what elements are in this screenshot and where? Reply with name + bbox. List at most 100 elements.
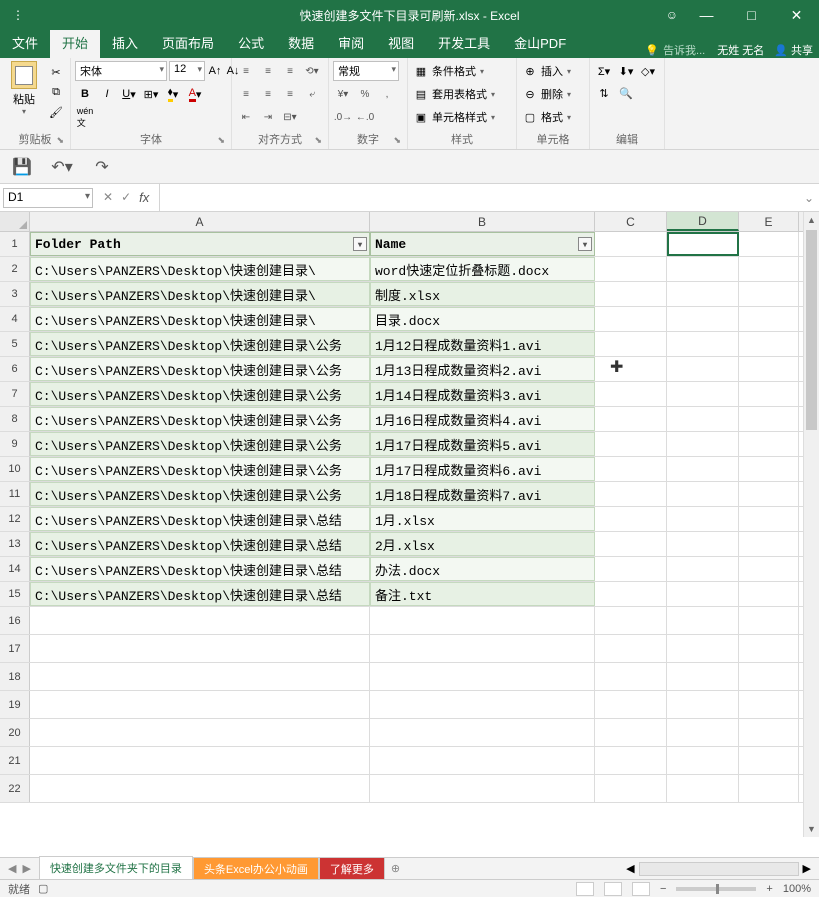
cell-A12[interactable]: C:\Users\PANZERS\Desktop\快速创建目录\总结	[30, 507, 370, 531]
cell-B6[interactable]: 1月13日程成数量资料2.avi	[370, 357, 595, 381]
row-header[interactable]: 10	[0, 457, 30, 481]
align-left-button[interactable]: ≡	[236, 84, 256, 104]
cell-B10[interactable]: 1月17日程成数量资料6.avi	[370, 457, 595, 481]
row-header[interactable]: 12	[0, 507, 30, 531]
cell-C22[interactable]	[595, 775, 667, 802]
quick-launch-icon[interactable]: ⋮	[12, 8, 24, 22]
cell-C2[interactable]	[595, 257, 667, 281]
share-button[interactable]: 👤共享	[774, 42, 813, 58]
row-header[interactable]: 15	[0, 582, 30, 606]
cell-E22[interactable]	[739, 775, 799, 802]
cell-E8[interactable]	[739, 407, 799, 431]
cell-B16[interactable]	[370, 607, 595, 634]
font-name-select[interactable]: 宋体	[75, 61, 167, 81]
cell-C14[interactable]	[595, 557, 667, 581]
filter-dropdown-icon[interactable]: ▾	[353, 237, 367, 251]
align-top-button[interactable]: ≡	[236, 61, 256, 81]
expand-formula-bar-button[interactable]: ⌄	[799, 191, 819, 205]
col-header-a[interactable]: A	[30, 212, 370, 231]
cell-E19[interactable]	[739, 691, 799, 718]
zoom-out-button[interactable]: −	[660, 883, 666, 895]
tab-view[interactable]: 视图	[376, 27, 426, 58]
save-button[interactable]: 💾	[10, 155, 34, 179]
cell-E7[interactable]	[739, 382, 799, 406]
cell-C9[interactable]	[595, 432, 667, 456]
row-header[interactable]: 9	[0, 432, 30, 456]
increase-indent-button[interactable]: ⇥	[258, 107, 278, 127]
col-header-d[interactable]: D	[667, 212, 739, 231]
cell-E14[interactable]	[739, 557, 799, 581]
redo-button[interactable]: ↷	[90, 155, 114, 179]
cell-A7[interactable]: C:\Users\PANZERS\Desktop\快速创建目录\公务	[30, 382, 370, 406]
row-header[interactable]: 1	[0, 232, 30, 256]
cell-E16[interactable]	[739, 607, 799, 634]
cell-C1[interactable]	[595, 232, 667, 256]
zoom-level[interactable]: 100%	[783, 883, 811, 895]
cell-B8[interactable]: 1月16日程成数量资料4.avi	[370, 407, 595, 431]
tab-nav-prev-button[interactable]: ◀	[8, 862, 16, 875]
cell-B17[interactable]	[370, 635, 595, 662]
cell-A14[interactable]: C:\Users\PANZERS\Desktop\快速创建目录\总结	[30, 557, 370, 581]
fx-button[interactable]: fx	[139, 190, 149, 205]
formula-input[interactable]	[159, 184, 799, 211]
cell-D8[interactable]	[667, 407, 739, 431]
cell-A6[interactable]: C:\Users\PANZERS\Desktop\快速创建目录\公务	[30, 357, 370, 381]
decrease-decimal-button[interactable]: ←.0	[355, 107, 375, 127]
align-bottom-button[interactable]: ≡	[280, 61, 300, 81]
hscroll-right-button[interactable]: ▶	[803, 862, 811, 875]
select-all-corner[interactable]	[0, 212, 30, 231]
cell-A22[interactable]	[30, 775, 370, 802]
underline-button[interactable]: U▾	[119, 84, 139, 104]
cell-B1[interactable]: Name▾	[370, 232, 595, 256]
comma-button[interactable]: ,	[377, 84, 397, 104]
cell-D13[interactable]	[667, 532, 739, 556]
cell-D12[interactable]	[667, 507, 739, 531]
cell-C18[interactable]	[595, 663, 667, 690]
increase-decimal-button[interactable]: .0→	[333, 107, 353, 127]
cell-C21[interactable]	[595, 747, 667, 774]
cell-B11[interactable]: 1月18日程成数量资料7.avi	[370, 482, 595, 506]
cell-C15[interactable]	[595, 582, 667, 606]
row-header[interactable]: 11	[0, 482, 30, 506]
cell-A2[interactable]: C:\Users\PANZERS\Desktop\快速创建目录\	[30, 257, 370, 281]
new-sheet-button[interactable]: ⊕	[385, 859, 406, 878]
decrease-indent-button[interactable]: ⇤	[236, 107, 256, 127]
fill-color-button[interactable]: ⬧▾	[163, 84, 183, 104]
currency-button[interactable]: ¥▾	[333, 84, 353, 104]
row-header[interactable]: 6	[0, 357, 30, 381]
cell-B2[interactable]: word快速定位折叠标题.docx	[370, 257, 595, 281]
cell-C12[interactable]	[595, 507, 667, 531]
cell-D9[interactable]	[667, 432, 739, 456]
row-header[interactable]: 19	[0, 691, 30, 718]
tab-page-layout[interactable]: 页面布局	[150, 27, 226, 58]
tab-wps-pdf[interactable]: 金山PDF	[502, 27, 578, 58]
cell-E15[interactable]	[739, 582, 799, 606]
conditional-format-button[interactable]: ▦条件格式▾	[412, 61, 486, 81]
cell-B13[interactable]: 2月.xlsx	[370, 532, 595, 556]
cell-E17[interactable]	[739, 635, 799, 662]
cell-D18[interactable]	[667, 663, 739, 690]
cell-E4[interactable]	[739, 307, 799, 331]
cell-B7[interactable]: 1月14日程成数量资料3.avi	[370, 382, 595, 406]
close-button[interactable]: ✕	[774, 0, 819, 30]
cell-C13[interactable]	[595, 532, 667, 556]
scroll-thumb[interactable]	[806, 230, 817, 430]
macro-record-icon[interactable]: ▢	[38, 882, 48, 895]
cell-E12[interactable]	[739, 507, 799, 531]
align-right-button[interactable]: ≡	[280, 84, 300, 104]
row-header[interactable]: 21	[0, 747, 30, 774]
tab-review[interactable]: 审阅	[326, 27, 376, 58]
cancel-formula-button[interactable]: ✕	[103, 190, 113, 205]
dialog-launcher-icon[interactable]: ⬊	[56, 135, 64, 146]
cell-A19[interactable]	[30, 691, 370, 718]
feedback-icon[interactable]: ☺	[666, 8, 678, 22]
cell-E1[interactable]	[739, 232, 799, 256]
paste-button[interactable]: 粘贴 ▾	[4, 61, 44, 116]
cell-A17[interactable]	[30, 635, 370, 662]
cell-C20[interactable]	[595, 719, 667, 746]
cell-A10[interactable]: C:\Users\PANZERS\Desktop\快速创建目录\公务	[30, 457, 370, 481]
cell-E20[interactable]	[739, 719, 799, 746]
row-header[interactable]: 16	[0, 607, 30, 634]
cell-B21[interactable]	[370, 747, 595, 774]
cell-B14[interactable]: 办法.docx	[370, 557, 595, 581]
